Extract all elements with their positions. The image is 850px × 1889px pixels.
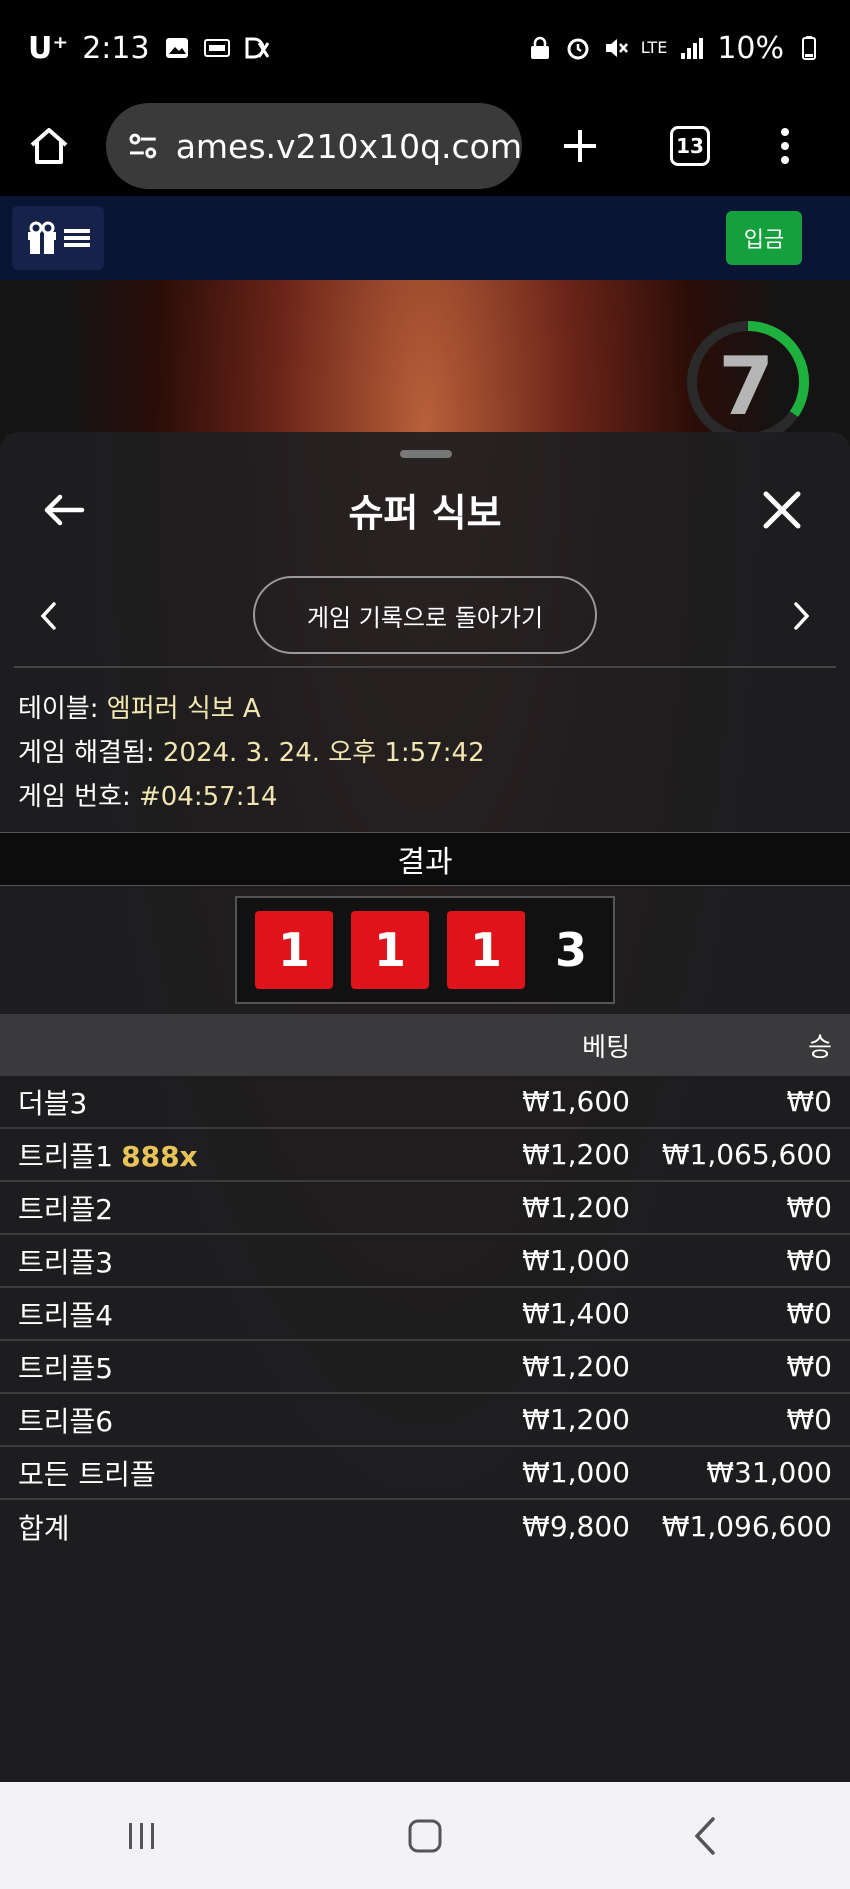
column-win: 승 [808,1032,832,1063]
win-amount: ₩0 [786,1191,833,1224]
site-header: 입금 [0,196,850,280]
bet-amount: ₩1,200 [522,1403,630,1436]
table-label: 테이블: [18,694,99,724]
bet-name: 트리플3 [18,1245,114,1279]
history-nav: 게임 기록으로 돌아가기 [0,576,850,656]
browser-toolbar: ames.v210x10q.com 13 [0,96,850,196]
resolved-label: 게임 해결됨: [18,738,155,768]
more-menu-icon[interactable] [778,126,792,166]
game-number-info: 게임 번호: #04:57:14 [18,776,278,813]
sheet-drag-handle[interactable] [400,450,452,458]
home-nav-icon[interactable] [400,1811,450,1861]
bet-name: 트리플1 [18,1139,114,1173]
game-number-label: 게임 번호: [18,782,131,812]
table-row: 트리플4 ₩1,400 ₩0 [0,1288,850,1341]
win-amount: ₩31,000 [706,1456,832,1489]
chevron-left-icon[interactable] [34,598,64,634]
menu-button[interactable] [12,206,104,270]
win-amount: ₩0 [786,1403,833,1436]
win-amount: ₩0 [786,1350,833,1383]
dx-icon [245,37,269,59]
address-bar[interactable]: ames.v210x10q.com [106,103,522,189]
status-bar: U⁺ 2:13 LTE 10% [0,0,850,96]
resolved-info: 게임 해결됨: 2024. 3. 24. 오후 1:57:42 [18,732,485,769]
recent-apps-icon[interactable] [117,1811,167,1861]
dice-total: 3 [555,923,588,977]
bet-amount: ₩1,200 [522,1191,630,1224]
bets-table: 베팅 승 더블3 ₩1,600 ₩0 트리플1 888x ₩1,200 ₩1,06… [0,1014,850,1553]
return-to-history-button[interactable]: 게임 기록으로 돌아가기 [253,576,597,654]
deposit-button[interactable]: 입금 [726,211,802,265]
bet-name: 트리플2 [18,1192,114,1226]
close-icon[interactable] [758,486,806,534]
die-2: 1 [351,911,429,989]
clock: 2:13 [82,30,150,66]
bet-name: 모든 트리플 [18,1457,156,1491]
table-row: 더블3 ₩1,600 ₩0 [0,1076,850,1129]
total-row: 합계 ₩9,800 ₩1,096,600 [0,1500,850,1553]
new-tab-icon[interactable] [560,126,600,166]
sheet-title: 슈퍼 식보 [348,491,502,535]
system-nav-bar [0,1782,850,1889]
total-bet: ₩9,800 [522,1510,630,1543]
chevron-right-icon[interactable] [786,598,816,634]
network-label: LTE [640,38,668,57]
bet-name: 더블3 [18,1086,88,1120]
tab-count-label: 13 [676,134,704,158]
hamburger-icon [64,229,90,247]
table-row: 트리플1 888x ₩1,200 ₩1,065,600 [0,1129,850,1182]
alarm-icon [567,38,589,60]
total-win: ₩1,096,600 [661,1510,832,1543]
win-amount: ₩0 [786,1244,833,1277]
table-row: 트리플5 ₩1,200 ₩0 [0,1341,850,1394]
die-1: 1 [255,911,333,989]
tab-switcher-button[interactable]: 13 [670,126,710,166]
table-header: 베팅 승 [0,1014,850,1076]
battery-icon [802,36,816,60]
carrier-label: U⁺ [28,30,69,66]
table-row: 트리플3 ₩1,000 ₩0 [0,1235,850,1288]
bet-name: 트리플5 [18,1351,114,1385]
url-text: ames.v210x10q.com [175,126,522,166]
bet-amount: ₩1,000 [522,1456,630,1489]
table-row: 모든 트리플 ₩1,000 ₩31,000 [0,1447,850,1500]
lock-icon [530,36,549,59]
sheet-header: 슈퍼 식보 [0,464,850,560]
bet-amount: ₩1,000 [522,1244,630,1277]
table-info: 테이블: 엠퍼러 식보 A [18,688,261,725]
game-number-value: #04:57:14 [138,782,278,812]
win-amount: ₩0 [786,1297,833,1330]
game-result-sheet: 슈퍼 식보 게임 기록으로 돌아가기 테이블: 엠퍼러 식보 A 게임 해결됨:… [0,432,850,1782]
win-amount: ₩1,065,600 [661,1138,832,1171]
die-3: 1 [447,911,525,989]
dice-result: 1 1 1 3 [235,896,615,1004]
gift-icon [28,221,56,254]
countdown-value: 7 [718,340,774,433]
home-icon[interactable] [26,123,72,169]
bet-name: 트리플4 [18,1298,114,1332]
multiplier-badge: 888x [121,1139,198,1173]
signal-icon [681,38,704,59]
back-nav-icon[interactable] [683,1811,733,1861]
result-header: 결과 [0,832,850,886]
battery-percent: 10% [717,30,784,66]
resolved-value: 2024. 3. 24. 오후 1:57:42 [162,738,485,768]
payco-icon [203,39,230,57]
image-icon [165,38,188,58]
bet-amount: ₩1,200 [522,1138,630,1171]
total-label: 합계 [18,1511,70,1545]
table-row: 트리플6 ₩1,200 ₩0 [0,1394,850,1447]
divider [14,666,836,668]
bet-amount: ₩1,200 [522,1350,630,1383]
column-bet: 베팅 [582,1032,630,1063]
bet-amount: ₩1,400 [522,1297,630,1330]
table-row: 트리플2 ₩1,200 ₩0 [0,1182,850,1235]
table-value: 엠퍼러 식보 A [106,694,261,724]
bet-name: 트리플6 [18,1404,114,1438]
win-amount: ₩0 [786,1085,833,1118]
bet-amount: ₩1,600 [522,1085,630,1118]
mute-icon [605,39,628,57]
site-settings-icon[interactable] [126,129,160,163]
